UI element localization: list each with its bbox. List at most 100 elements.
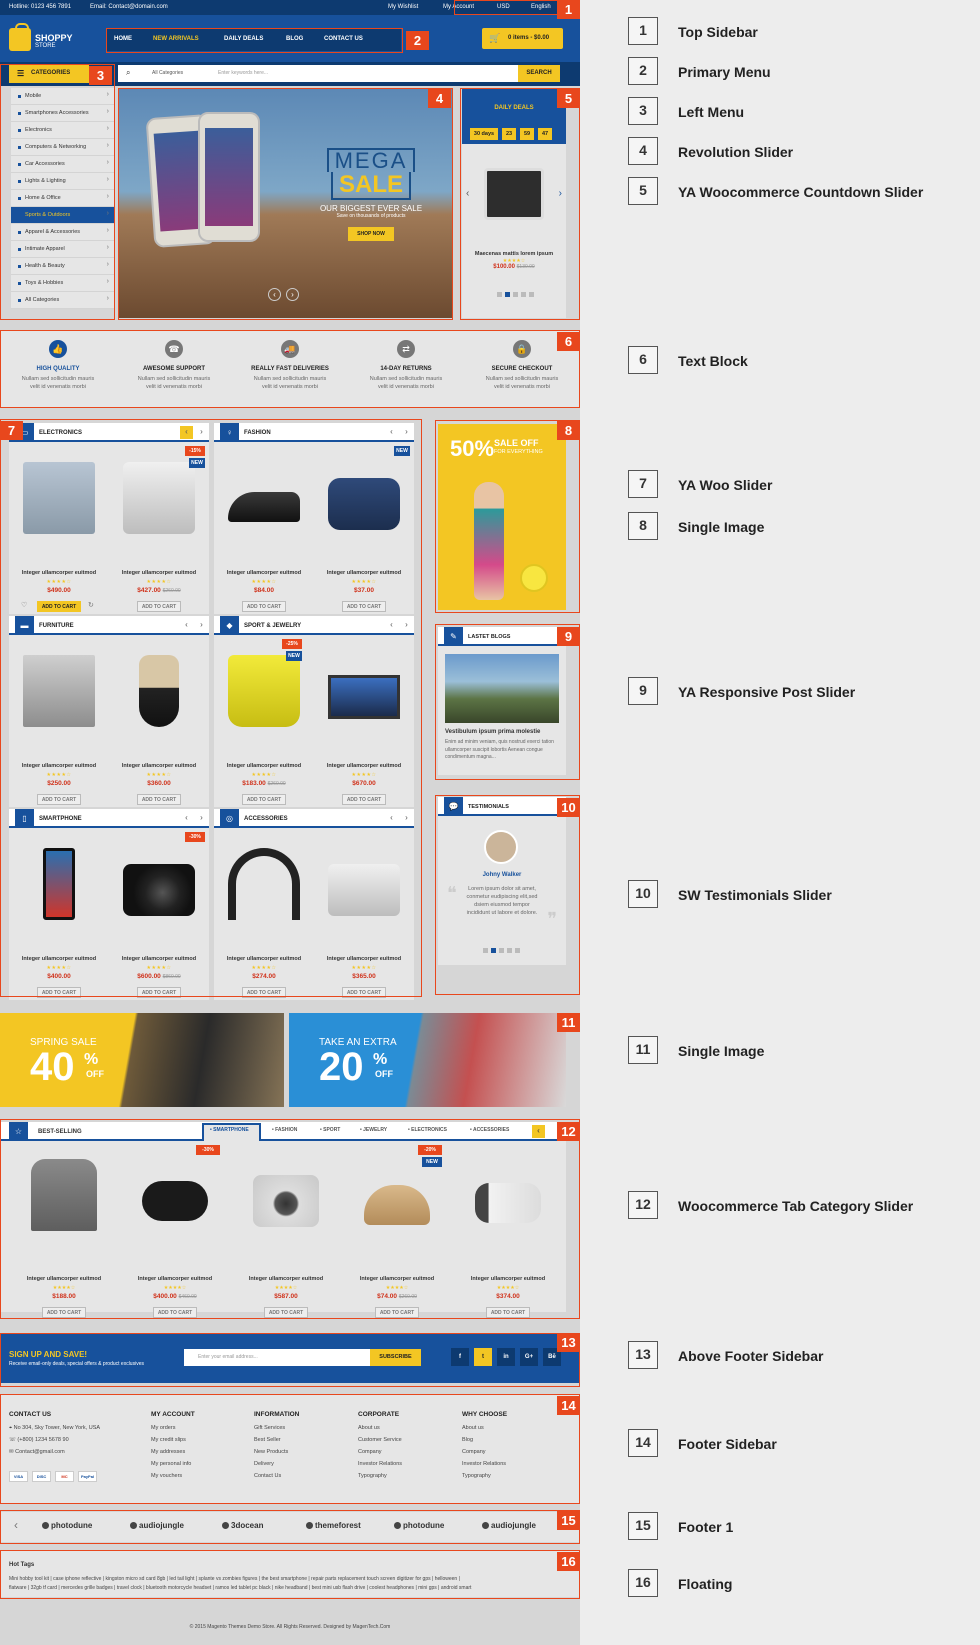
- product-name[interactable]: Integer ullamcorper euitmod: [9, 956, 109, 962]
- box-prev-icon[interactable]: ‹: [385, 619, 398, 632]
- dresser-image[interactable]: [23, 655, 95, 727]
- footer-link[interactable]: Investor Relations: [358, 1461, 458, 1473]
- footer-link[interactable]: Investor Relations: [462, 1461, 562, 1473]
- testimonial-dot[interactable]: [483, 948, 488, 953]
- add-to-cart-button[interactable]: ADD TO CART: [486, 1307, 530, 1318]
- wishlist-heart-icon[interactable]: ♡: [21, 601, 27, 609]
- email-line[interactable]: ✉ Contact@gmail.com: [9, 1449, 149, 1461]
- product-card[interactable]: Integer ullamcorper euitmod ★★★★☆ $490.00 A…: [9, 442, 109, 614]
- menu-contact[interactable]: CONTACT US: [324, 36, 363, 42]
- left-menu-item-active[interactable]: Sports & Outdoors: [11, 207, 114, 224]
- footer-link[interactable]: My addresses: [151, 1449, 251, 1461]
- cart-button[interactable]: 🛒 0 items - $0.00: [482, 28, 563, 49]
- footer-link[interactable]: Company: [462, 1449, 562, 1461]
- product-name[interactable]: Integer ullamcorper euitmod: [9, 1276, 119, 1282]
- wishlist-link[interactable]: My Wishlist: [388, 4, 418, 10]
- product-name[interactable]: Integer ullamcorper euitmod: [9, 763, 109, 769]
- box-next-icon[interactable]: ›: [400, 426, 413, 439]
- linkedin-icon[interactable]: in: [497, 1348, 515, 1366]
- product-card[interactable]: -30% Integer ullamcorper euitmod ★★★★☆ $600…: [109, 828, 209, 1000]
- slider-prev-icon[interactable]: ‹: [268, 288, 281, 301]
- lamp-image[interactable]: [139, 655, 179, 727]
- brand-logo[interactable]: photodune: [394, 1521, 444, 1530]
- tablet-image[interactable]: [484, 168, 544, 220]
- subscribe-button[interactable]: SUBSCRIBE: [370, 1349, 421, 1366]
- category-select[interactable]: All Categories: [152, 70, 183, 76]
- deal-dot[interactable]: [513, 292, 518, 297]
- add-to-cart-button[interactable]: ADD TO CART: [342, 601, 386, 612]
- menu-home[interactable]: HOME: [114, 36, 132, 42]
- deals-prev-icon[interactable]: ‹: [466, 188, 469, 199]
- product-card[interactable]: Integer ullamcorper euitmod ★★★★☆ $365.00 A…: [314, 828, 414, 1000]
- footer-link[interactable]: Contact Us: [254, 1473, 354, 1485]
- product-name[interactable]: Integer ullamcorper euitmod: [231, 1276, 341, 1282]
- camera-image[interactable]: [123, 864, 195, 916]
- product-name[interactable]: Integer ullamcorper euitmod: [342, 1276, 452, 1282]
- testimonial-dot[interactable]: [499, 948, 504, 953]
- left-menu-item[interactable]: Computers & Networking: [11, 139, 114, 156]
- box-next-icon[interactable]: ›: [400, 812, 413, 825]
- twitter-icon[interactable]: t: [474, 1348, 492, 1366]
- shopping-bag-logo-icon[interactable]: [9, 23, 31, 51]
- tab-fashion[interactable]: • FASHION: [272, 1127, 297, 1133]
- menu-new-arrivals[interactable]: NEW ARRIVALS: [153, 36, 199, 42]
- action-cam-image[interactable]: [475, 1183, 541, 1223]
- add-to-cart-button[interactable]: ADD TO CART: [137, 987, 181, 998]
- deal-product-name[interactable]: Maecenas mattis lorem ipsum: [462, 251, 566, 257]
- blog-post-title[interactable]: Vestibulum ipsum prima molestie: [445, 729, 540, 735]
- testimonial-dot[interactable]: [515, 948, 520, 953]
- footer-link[interactable]: Best Seller: [254, 1437, 354, 1449]
- compare-icon[interactable]: ↻: [88, 601, 94, 609]
- add-to-cart-button[interactable]: ADD TO CART: [242, 794, 286, 805]
- brand-logo[interactable]: photodune: [42, 1521, 92, 1530]
- footer-link[interactable]: New Products: [254, 1449, 354, 1461]
- left-menu-item[interactable]: Health & Beauty: [11, 258, 114, 275]
- brand-logo[interactable]: 3docean: [222, 1521, 263, 1530]
- add-to-cart-button[interactable]: ADD TO CART: [342, 794, 386, 805]
- product-name[interactable]: Integer ullamcorper euitmod: [314, 763, 414, 769]
- laptop-image[interactable]: [328, 675, 400, 719]
- shop-now-button[interactable]: SHOP NOW: [348, 227, 394, 241]
- brand-logo[interactable]: themeforest: [306, 1521, 361, 1530]
- facebook-icon[interactable]: f: [451, 1348, 469, 1366]
- googleplus-icon[interactable]: G+: [520, 1348, 538, 1366]
- bag-image[interactable]: [328, 478, 400, 530]
- add-to-cart-button[interactable]: ADD TO CART: [264, 1307, 308, 1318]
- product-name[interactable]: Integer ullamcorper euitmod: [109, 956, 209, 962]
- footer-link[interactable]: About us: [358, 1425, 458, 1437]
- email-contact[interactable]: Email: Contact@domain.com: [90, 4, 168, 10]
- product-name[interactable]: Integer ullamcorper euitmod: [120, 1276, 230, 1282]
- footer-link[interactable]: Typography: [462, 1473, 562, 1485]
- add-to-cart-button[interactable]: ADD TO CART: [342, 987, 386, 998]
- logo-title[interactable]: SHOPPY: [35, 33, 73, 43]
- tshirt-image[interactable]: [31, 1159, 97, 1231]
- footer-link[interactable]: My personal info: [151, 1461, 251, 1473]
- brand-logo[interactable]: audiojungle: [482, 1521, 536, 1530]
- product-name[interactable]: Integer ullamcorper euitmod: [214, 956, 314, 962]
- search-input[interactable]: Enter keywords here...: [218, 70, 268, 76]
- menu-daily-deals[interactable]: DAILY DEALS: [224, 36, 263, 42]
- printer-image[interactable]: [123, 462, 195, 534]
- sale-banner-image[interactable]: 50% SALE OFF FOR EVERYTHING: [438, 424, 566, 610]
- add-to-cart-button[interactable]: ADD TO CART: [242, 987, 286, 998]
- account-dropdown[interactable]: My Account: [443, 4, 474, 10]
- best-prev-icon[interactable]: ‹: [532, 1125, 545, 1138]
- footer-link[interactable]: About us: [462, 1425, 562, 1437]
- box-next-icon[interactable]: ›: [195, 426, 208, 439]
- box-next-icon[interactable]: ›: [195, 812, 208, 825]
- extra-discount-banner[interactable]: TAKE AN EXTRA 20 % OFF: [289, 1013, 566, 1107]
- blog-post-image[interactable]: [445, 654, 559, 723]
- deal-dot[interactable]: [529, 292, 534, 297]
- add-to-cart-button[interactable]: ADD TO CART: [242, 601, 286, 612]
- footer-link[interactable]: Gift Services: [254, 1425, 354, 1437]
- add-to-cart-button[interactable]: ADD TO CART: [375, 1307, 419, 1318]
- left-menu-item[interactable]: Apparel & Accessories: [11, 224, 114, 241]
- box-prev-icon[interactable]: ‹: [385, 426, 398, 439]
- laptop-image[interactable]: [23, 462, 95, 534]
- currency-dropdown[interactable]: USD: [497, 4, 510, 10]
- left-menu-item[interactable]: Intimate Apparel: [11, 241, 114, 258]
- product-name[interactable]: Integer ullamcorper euitmod: [214, 763, 314, 769]
- add-to-cart-button[interactable]: ADD TO CART: [42, 1307, 86, 1318]
- footer-link[interactable]: Customer Service: [358, 1437, 458, 1449]
- tab-accessories[interactable]: • ACCESSORIES: [470, 1127, 509, 1133]
